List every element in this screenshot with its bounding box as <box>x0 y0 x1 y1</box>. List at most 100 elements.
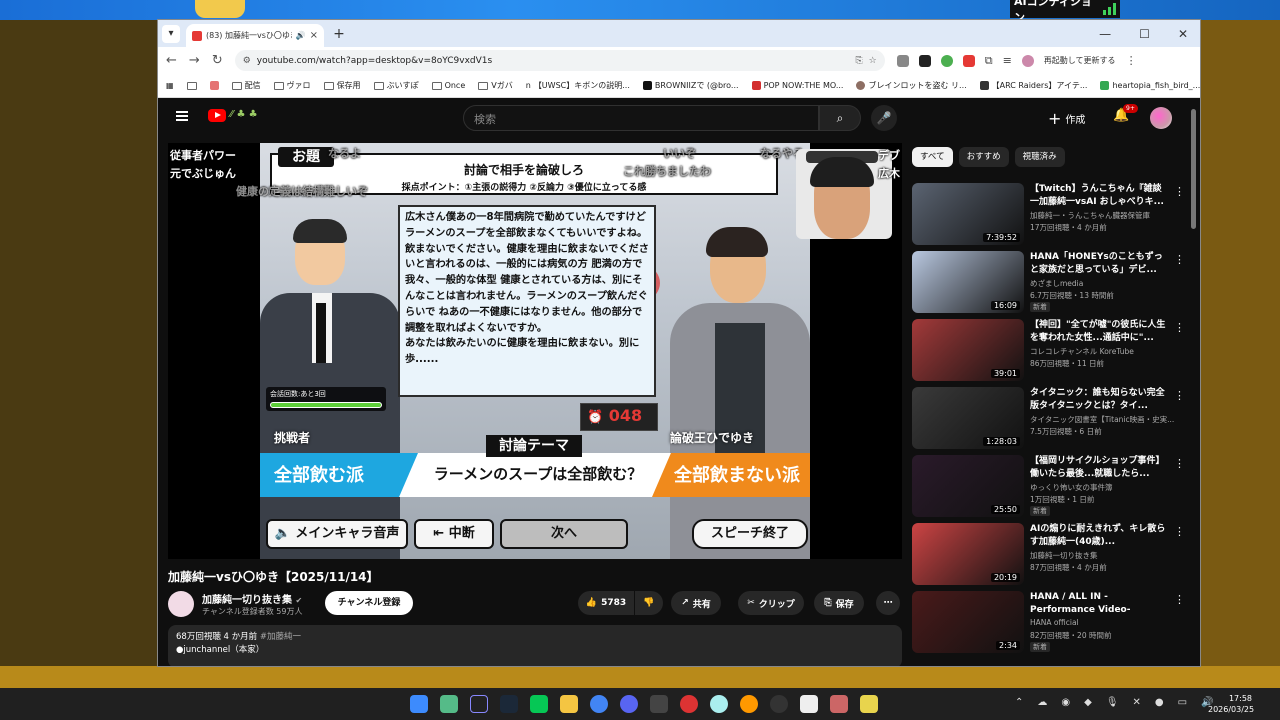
recommendation-title[interactable]: 【福岡リサイクルショップ事件】働いたら最後...就職したら... <box>1030 455 1170 480</box>
bookmark-folder[interactable]: 保存用 <box>323 80 361 91</box>
chevron-up-icon[interactable]: ⌃ <box>1015 697 1023 708</box>
end-speech-button[interactable]: スピーチ終了 <box>692 519 808 549</box>
app-icon[interactable] <box>770 695 788 713</box>
recommendation-title[interactable]: 【神回】"全てが嘘"の彼氏に人生を奪われた女性...通話中に"... <box>1030 319 1170 344</box>
save-button[interactable]: ⎘ 保存 <box>814 591 864 615</box>
bookmark-folder[interactable]: ヴァロ <box>273 80 311 91</box>
recommendation-title[interactable]: HANA「HONEYsのこともずっと家族だと思っている」デビ... <box>1030 251 1170 276</box>
steam-icon[interactable] <box>500 695 518 713</box>
media-icon[interactable]: ≡ <box>1003 54 1012 67</box>
video-thumbnail[interactable]: 1:28:03 <box>912 387 1024 449</box>
puzzle-icon[interactable]: ⧉ <box>985 54 993 68</box>
extension-icon[interactable] <box>962 54 975 67</box>
more-options-icon[interactable]: ⋮ <box>1174 457 1185 470</box>
recommendation-item[interactable]: 2:34 HANA / ALL IN -Performance Video- HAN… <box>912 587 1185 655</box>
chip-watched[interactable]: 視聴済み <box>1014 147 1065 167</box>
video-thumbnail[interactable]: 2:34 <box>912 591 1024 653</box>
description-box[interactable]: 68万回視聴 4 か月前 #加藤純一 ●junchannel（本家） <box>168 625 902 666</box>
channel-name[interactable]: 加藤純一切り抜き集 ✔ <box>202 591 302 606</box>
video-player[interactable]: 討論で相手を論破しろ 採点ポイント：①主張の説得力 ②反論力 ③優位に立ってる感… <box>168 143 902 559</box>
subscribe-button[interactable]: チャンネル登録 <box>325 591 413 615</box>
recommendation-channel[interactable]: めざましmedia <box>1030 278 1083 289</box>
notifications-button[interactable]: 🔔 9+ <box>1113 104 1138 123</box>
discord-icon[interactable] <box>620 695 638 713</box>
minimize-button[interactable]: — <box>1099 27 1111 41</box>
video-thumbnail[interactable]: 20:19 <box>912 523 1024 585</box>
tray-icon[interactable]: ☁ <box>1037 697 1047 708</box>
extension-icon[interactable] <box>896 54 909 67</box>
like-button[interactable]: 👍 5783 <box>578 591 634 615</box>
recommendation-item[interactable]: 39:01 【神回】"全てが嘘"の彼氏に人生を奪われた女性...通話中に"... コ… <box>912 315 1185 383</box>
recommendation-title[interactable]: 【Twitch】うんこちゃん『雑談一加藤純一vsAI おしゃべりキ... <box>1030 183 1170 208</box>
app-icon[interactable] <box>860 695 878 713</box>
reload-button[interactable]: ↻ <box>212 53 223 68</box>
recommendation-channel[interactable]: コレコレチャンネル KoreTube <box>1030 346 1134 357</box>
app-icon[interactable] <box>440 695 458 713</box>
more-options-icon[interactable]: ⋮ <box>1174 253 1185 266</box>
app-icon[interactable] <box>800 695 818 713</box>
start-icon[interactable] <box>410 695 428 713</box>
recommendation-channel[interactable]: ゆっくり怖い女の事件簿 <box>1030 482 1113 493</box>
profile-icon[interactable] <box>1021 54 1034 67</box>
menu-icon[interactable] <box>176 111 188 121</box>
recommendation-channel[interactable]: タイタニック図書室【Titanic映画・史実... <box>1030 414 1174 425</box>
chip-all[interactable]: すべて <box>912 147 953 167</box>
chrome-icon[interactable] <box>590 695 608 713</box>
youtube-logo-icon[interactable] <box>208 109 226 122</box>
app-icon[interactable] <box>830 695 848 713</box>
app-icon[interactable] <box>740 695 758 713</box>
forward-button[interactable]: → <box>189 53 200 68</box>
bookmark-folder[interactable]: Vガバ <box>478 80 513 91</box>
close-window-button[interactable]: ✕ <box>1178 27 1188 41</box>
extension-icon[interactable] <box>940 54 953 67</box>
address-bar[interactable]: ⚙ youtube.com/watch?app=desktop&v=8oYC9v… <box>234 50 885 71</box>
recommendation-item[interactable]: 25:50 【福岡リサイクルショップ事件】働いたら最後...就職したら... ゆっく… <box>912 451 1185 519</box>
recommendation-item[interactable]: 7:39:52 【Twitch】うんこちゃん『雑談一加藤純一vsAI おしゃべりキ… <box>912 179 1185 247</box>
speaker-icon[interactable]: 🔊 <box>296 31 306 40</box>
maximize-button[interactable]: ☐ <box>1139 27 1150 41</box>
bookmark-folder[interactable]: Once <box>431 81 465 90</box>
app-icon[interactable] <box>710 695 728 713</box>
recommendation-item[interactable]: 20:19 AIの煽りに耐えきれず、キレ散らす加藤純一(40歳)... 加藤純一切り… <box>912 519 1185 587</box>
clock[interactable]: 17:58 2026/03/25 <box>1208 693 1254 715</box>
x-icon[interactable]: ✕ <box>1133 697 1141 708</box>
bookmark-star-icon[interactable]: ☆ <box>869 56 877 66</box>
close-tab-icon[interactable]: × <box>310 30 318 41</box>
bookmark-folder[interactable]: 配信 <box>231 80 261 91</box>
tab-search-button[interactable]: ▾ <box>162 24 180 43</box>
pause-button[interactable]: ⇤ 中断 <box>414 519 494 549</box>
video-thumbnail[interactable]: 16:09 <box>912 251 1024 313</box>
bookmark-item[interactable]: 【ARC Raiders】アイテ... <box>979 80 1087 91</box>
menu-dots-icon[interactable]: ⋮ <box>1126 54 1137 67</box>
bookmark-item[interactable]: n 【UWSC】キボンの説明... <box>526 80 630 91</box>
folder-icon[interactable] <box>560 695 578 713</box>
app-icon[interactable] <box>680 695 698 713</box>
update-button[interactable]: 再起動して更新する <box>1044 55 1116 66</box>
recommendation-channel[interactable]: 加藤純一切り抜き集 <box>1030 550 1098 561</box>
line-icon[interactable] <box>530 695 548 713</box>
more-options-icon[interactable]: ⋮ <box>1174 389 1185 402</box>
apps-grid-icon[interactable]: ▦ <box>166 81 174 90</box>
back-button[interactable]: ← <box>166 53 177 68</box>
bookmark-folder[interactable] <box>186 81 197 90</box>
chip-recommended[interactable]: おすすめ <box>958 147 1009 167</box>
extension-icon[interactable] <box>918 54 931 67</box>
create-button[interactable]: + 作成 <box>1048 107 1098 129</box>
more-options-icon[interactable]: ⋮ <box>1174 593 1185 606</box>
new-tab-button[interactable]: + <box>330 26 348 42</box>
dislike-button[interactable]: 👎 <box>635 591 663 615</box>
bookmark-item[interactable] <box>209 81 219 90</box>
site-info-icon[interactable]: ⚙ <box>243 56 251 66</box>
recommendation-channel[interactable]: HANA official <box>1030 618 1079 627</box>
tray-icon[interactable]: ◉ <box>1061 697 1070 708</box>
channel-avatar[interactable] <box>168 591 194 617</box>
tray-icon[interactable]: ● <box>1155 697 1164 708</box>
scrollbar[interactable] <box>1191 109 1196 229</box>
voice-button[interactable]: 🔈 メインキャラ音声 <box>266 519 408 549</box>
tab-youtube[interactable]: (83) 加藤純一vsひ〇ゆき【20... 🔊 × <box>186 24 324 47</box>
clip-button[interactable]: ✂ クリップ <box>738 591 804 615</box>
bookmark-item[interactable]: ブレインロットを盗む リ... <box>856 80 967 91</box>
bookmark-folder[interactable]: ぶいすぽ <box>373 80 419 91</box>
video-thumbnail[interactable]: 25:50 <box>912 455 1024 517</box>
more-options-icon[interactable]: ⋮ <box>1174 185 1185 198</box>
